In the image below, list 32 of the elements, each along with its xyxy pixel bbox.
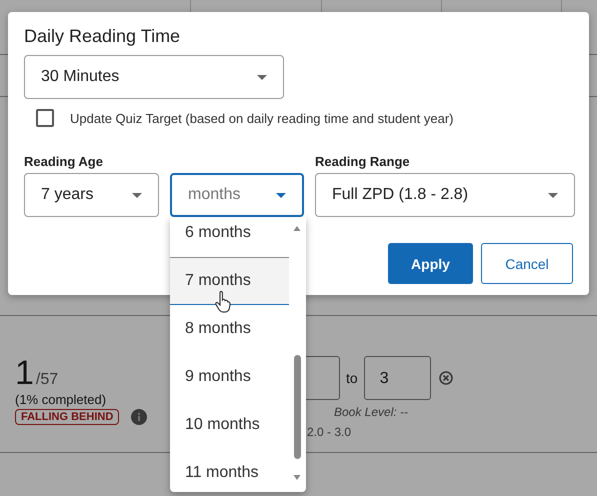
percent-completed: (1% completed) — [15, 392, 108, 407]
level-range: 2.0 - 3.0 — [307, 425, 352, 439]
status-badge: FALLING BEHIND — [15, 409, 120, 425]
cancel-button[interactable]: Cancel — [481, 243, 573, 284]
to-label: to — [346, 370, 358, 386]
input-field[interactable]: 3 — [364, 356, 431, 400]
time-select[interactable]: 30 Minutes — [24, 55, 284, 99]
range-select[interactable]: Full ZPD (1.8 - 2.8) — [315, 173, 575, 217]
menu-item[interactable]: 7 months — [170, 257, 289, 305]
menu-item[interactable]: 8 months — [170, 305, 289, 353]
years-select[interactable]: 7 years — [24, 173, 159, 217]
menu-item[interactable]: 10 months — [170, 401, 289, 449]
caret-icon — [257, 74, 267, 80]
caret-icon — [276, 192, 286, 198]
caret-icon — [548, 192, 558, 198]
books-count: 1 — [15, 356, 34, 390]
hand-cursor-icon — [215, 291, 231, 313]
book-level: Book Level: -- — [334, 405, 410, 419]
checkbox-label: Update Quiz Target (based on daily reading time and student year) — [70, 110, 454, 126]
menu-item[interactable]: 11 months — [170, 449, 289, 492]
caret-icon — [132, 192, 142, 198]
books-total: /57 — [36, 371, 58, 389]
menu-item[interactable]: 6 months — [170, 217, 289, 257]
months-select[interactable]: months — [170, 173, 304, 217]
dialog-title: Daily Reading Time — [24, 26, 182, 47]
apply-button[interactable]: Apply — [388, 243, 473, 284]
clear-icon[interactable] — [438, 371, 453, 385]
checkbox[interactable] — [36, 109, 54, 127]
field-label: Reading Range — [315, 154, 411, 169]
field-label: Reading Age — [24, 154, 104, 169]
info-icon[interactable] — [131, 409, 148, 425]
menu-item[interactable]: 9 months — [170, 353, 289, 401]
